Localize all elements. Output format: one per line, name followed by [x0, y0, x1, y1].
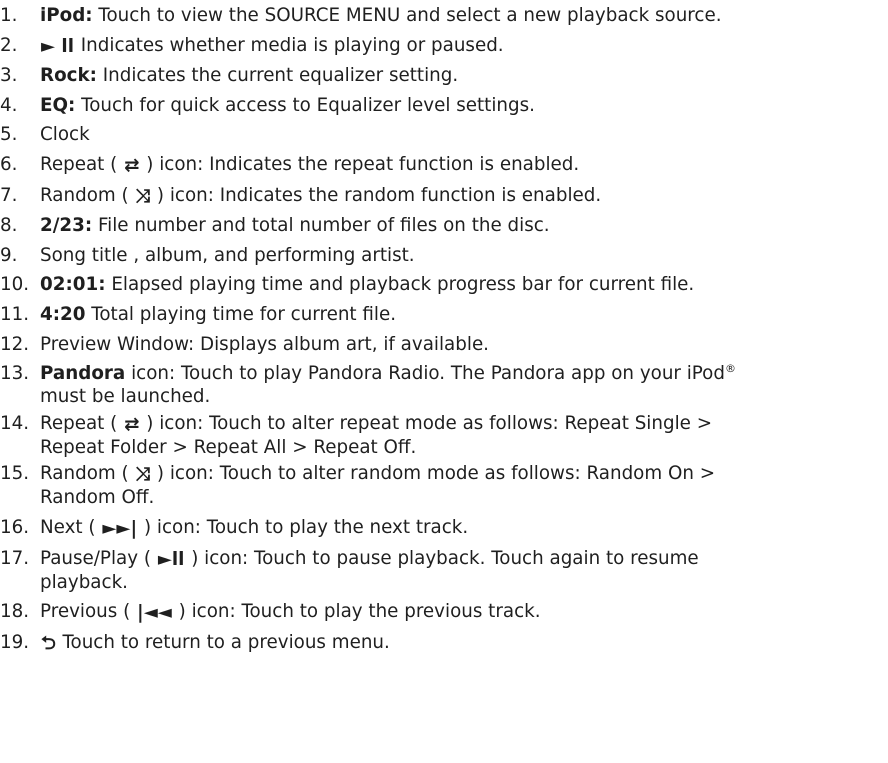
item-number: 1.	[0, 5, 18, 26]
item-number: 13.	[0, 363, 30, 385]
item-number: 9.	[0, 244, 18, 266]
item-text: Next ( ►►| ) icon: Touch to play the nex…	[40, 513, 888, 544]
item-number: 18.	[0, 601, 30, 623]
instruction-list: 1. iPod: Touch to view the SOURCE MENU a…	[0, 0, 888, 658]
item-term: 4:20	[40, 303, 86, 325]
next-track-icon: ►►|	[102, 517, 138, 539]
item-text: iPod: Touch to view the SOURCE MENU and …	[40, 5, 722, 26]
item-number: 7.	[0, 184, 18, 206]
list-item: 1. iPod: Touch to view the SOURCE MENU a…	[0, 1, 888, 31]
item-number: 19.	[0, 631, 30, 653]
item-text: Random ( ⤨ ) icon: Indicates the random …	[40, 181, 888, 212]
list-item: 3. Rock: Indicates the current equalizer…	[0, 61, 888, 91]
list-item: 18. Previous ( |◄◄ ) icon: Touch to play…	[0, 597, 888, 628]
item-text: ⮌ Touch to return to a previous menu.	[40, 628, 888, 659]
list-item: 13. Pandora icon: Touch to play Pandora …	[0, 362, 888, 408]
item-term: Pandora	[40, 363, 126, 385]
item-number: 6.	[0, 153, 18, 175]
item-number: 15.	[0, 463, 30, 485]
list-item: 15. Random ( ⤨ ) icon: Touch to alter ra…	[0, 462, 888, 509]
item-number: 12.	[0, 333, 30, 355]
list-item: 10. 02:01: Elapsed playing time and play…	[0, 270, 888, 300]
repeat-icon: ⇄	[124, 154, 140, 176]
list-item: 2. ► ll Indicates whether media is playi…	[0, 31, 888, 62]
item-number: 10.	[0, 274, 30, 296]
list-item: 6. Repeat ( ⇄ ) icon: Indicates the repe…	[0, 150, 888, 181]
item-text: EQ: Touch for quick access to Equalizer …	[40, 94, 535, 116]
item-term: EQ:	[40, 94, 76, 116]
item-number: 2.	[0, 34, 18, 56]
repeat-icon: ⇄	[124, 413, 140, 435]
back-arrow-icon: ⮌	[41, 632, 56, 654]
item-number: 4.	[0, 94, 18, 116]
item-text: Random ( ⤨ ) icon: Touch to alter random…	[40, 463, 716, 509]
item-term: Rock:	[40, 65, 97, 87]
random-icon: ⤨	[135, 464, 151, 486]
list-item: 19. ⮌ Touch to return to a previous menu…	[0, 628, 888, 659]
list-item: 4. EQ: Touch for quick access to Equaliz…	[0, 91, 888, 121]
list-item: 9. Song title , album, and performing ar…	[0, 241, 888, 271]
random-icon: ⤨	[135, 185, 151, 207]
item-text: Pandora icon: Touch to play Pandora Radi…	[40, 362, 736, 408]
item-text: Rock: Indicates the current equalizer se…	[40, 65, 459, 87]
list-item: 12. Preview Window: Displays album art, …	[0, 330, 888, 360]
item-text: 2/23: File number and total number of fi…	[40, 215, 550, 237]
list-item: 5. Clock	[0, 120, 888, 150]
item-text: Preview Window: Displays album art, if a…	[40, 333, 489, 355]
list-item: 16. Next ( ►►| ) icon: Touch to play the…	[0, 513, 888, 544]
play-pause-icon: ►ll	[157, 548, 185, 570]
item-number: 14.	[0, 412, 30, 434]
item-number: 3.	[0, 65, 18, 87]
item-number: 16.	[0, 516, 30, 538]
list-item: 17. Pause/Play ( ►ll ) icon: Touch to pa…	[0, 547, 888, 594]
item-text: 02:01: Elapsed playing time and playback…	[40, 274, 695, 296]
item-number: 5.	[0, 124, 18, 146]
item-term: iPod:	[40, 5, 93, 26]
item-text: Repeat ( ⇄ ) icon: Indicates the repeat …	[40, 150, 888, 181]
list-item: 8. 2/23: File number and total number of…	[0, 211, 888, 241]
item-text: Clock	[40, 124, 90, 146]
item-term: 2/23:	[40, 215, 93, 237]
list-item: 7. Random ( ⤨ ) icon: Indicates the rand…	[0, 181, 888, 212]
item-number: 11.	[0, 303, 30, 325]
item-number: 8.	[0, 215, 18, 237]
registered-mark: ®	[724, 362, 736, 376]
item-number: 17.	[0, 547, 30, 569]
item-text: Repeat ( ⇄ ) icon: Touch to alter repeat…	[40, 412, 713, 458]
item-text: Song title , album, and performing artis…	[40, 244, 415, 266]
play-pause-icon: ► ll	[41, 35, 74, 57]
item-text: ► ll Indicates whether media is playing …	[40, 31, 888, 62]
item-text: 4:20 Total playing time for current file…	[40, 303, 397, 325]
list-item: 14. Repeat ( ⇄ ) icon: Touch to alter re…	[0, 412, 888, 459]
item-term: 02:01:	[40, 274, 106, 296]
item-text: Previous ( |◄◄ ) icon: Touch to play the…	[40, 597, 888, 628]
list-item: 11. 4:20 Total playing time for current …	[0, 300, 888, 330]
previous-track-icon: |◄◄	[137, 602, 172, 624]
item-text: Pause/Play ( ►ll ) icon: Touch to pause …	[40, 547, 699, 593]
